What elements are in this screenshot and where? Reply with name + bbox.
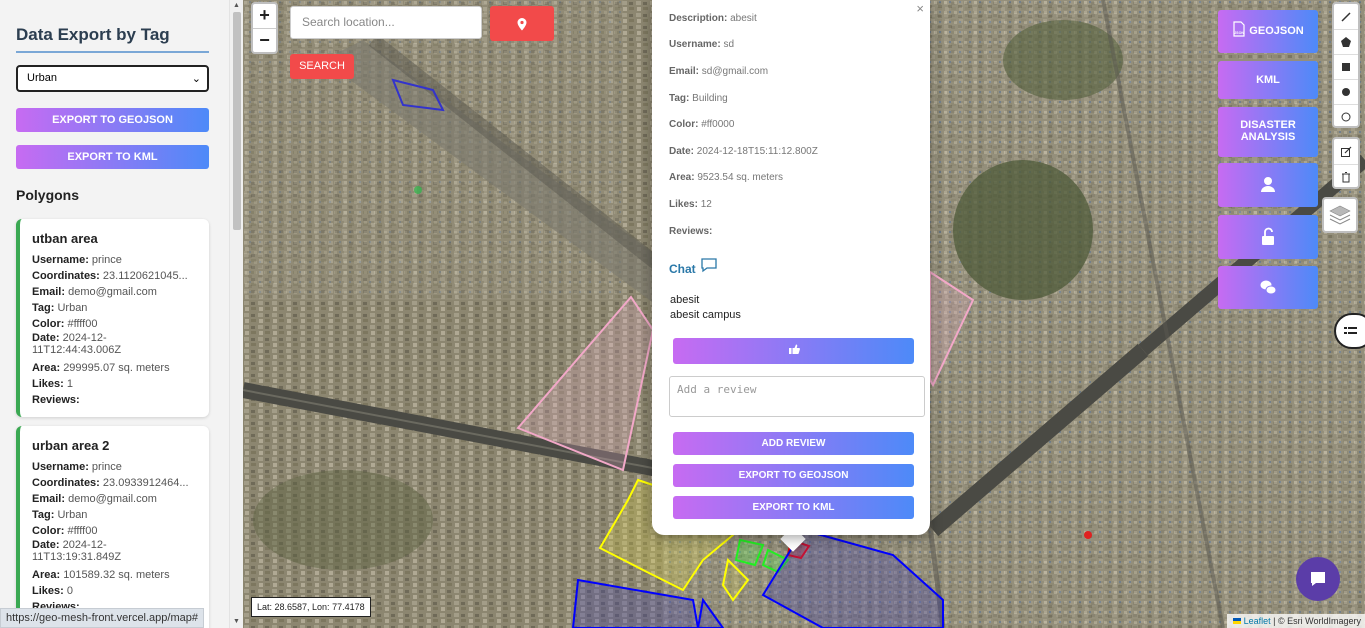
chat-message: abesit — [670, 294, 700, 306]
popup-export-geojson-button[interactable]: EXPORT TO GEOJSON — [673, 464, 914, 487]
email-row: Email: demo@gmail.com — [32, 493, 157, 505]
esri-credit: | © Esri WorldImagery — [1273, 616, 1361, 626]
date-row: Date: 2024-12-11T12:44:43.006Z — [32, 332, 122, 356]
zoom-control: + − — [251, 2, 278, 54]
chat-message: abesit campus — [670, 309, 741, 321]
color-row: Color: #ffff00 — [32, 318, 98, 330]
unlock-button[interactable] — [1218, 215, 1318, 259]
ukraine-flag-icon — [1233, 618, 1242, 624]
thumbs-up-icon — [789, 344, 800, 354]
username-row: Username: sd — [669, 39, 735, 50]
export-kml-button[interactable]: EXPORT TO KML — [16, 145, 209, 169]
geojson-button[interactable]: JSON GEOJSON — [1218, 10, 1318, 53]
area-row: Area: 299995.07 sq. meters — [32, 362, 170, 374]
like-button[interactable] — [673, 338, 914, 364]
likes-row: Likes: 12 — [669, 199, 712, 210]
email-row: Email: sd@gmail.com — [669, 66, 769, 77]
chat-bubble-icon[interactable] — [700, 257, 718, 273]
map-pin-icon — [517, 18, 527, 31]
status-bar-url: https://geo-mesh-front.vercel.app/map# — [0, 608, 204, 628]
likes-row: Likes: 0 — [32, 585, 73, 597]
zoom-out-button[interactable]: − — [253, 28, 276, 52]
polygons-heading: Polygons — [16, 187, 80, 203]
add-review-button[interactable]: ADD REVIEW — [673, 432, 914, 455]
locate-button[interactable] — [490, 6, 554, 41]
layers-icon — [1329, 205, 1351, 225]
svg-text:JSON: JSON — [1234, 31, 1244, 35]
tag-select[interactable]: Urban ⌄ — [16, 65, 209, 92]
kml-button[interactable]: KML — [1218, 61, 1318, 99]
unlock-icon — [1262, 227, 1274, 245]
tag-row: Tag: Urban — [32, 509, 88, 521]
draw-polyline-icon[interactable] — [1334, 4, 1358, 29]
draw-toolbar — [1332, 2, 1360, 128]
list-icon — [1344, 327, 1357, 334]
sidebar-title: Data Export by Tag — [16, 25, 170, 44]
map-attribution: Leaflet | © Esri WorldImagery — [1227, 614, 1365, 628]
coordinates-row: Coordinates: 23.1120621045... — [32, 270, 188, 282]
tag-row: Tag: Building — [669, 93, 728, 104]
message-icon — [1311, 572, 1325, 586]
user-button[interactable] — [1218, 163, 1318, 207]
edit-layers-icon[interactable] — [1334, 139, 1358, 164]
disaster-analysis-button[interactable]: DISASTER ANALYSIS — [1218, 107, 1318, 157]
chat-fab[interactable] — [1296, 557, 1340, 601]
coordinates-row: Coordinates: 23.0933912464... — [32, 477, 189, 489]
date-row: Date: 2024-12-11T13:19:31.849Z — [32, 539, 122, 563]
draw-marker-icon[interactable] — [1334, 104, 1358, 129]
scroll-down-icon[interactable]: ▼ — [233, 618, 240, 625]
user-icon — [1261, 177, 1275, 192]
chevron-down-icon: ⌄ — [191, 73, 201, 85]
close-icon[interactable]: × — [916, 1, 924, 16]
sidebar-scrollbar[interactable]: ▲ ▼ — [229, 0, 243, 628]
popup-export-kml-button[interactable]: EXPORT TO KML — [673, 496, 914, 519]
polygon-card[interactable]: urban area 2 Username: prince Coordinate… — [16, 426, 209, 628]
draw-polygon-icon[interactable] — [1334, 29, 1358, 54]
color-row: Color: #ffff00 — [32, 525, 98, 537]
area-row: Area: 9523.54 sq. meters — [669, 172, 783, 183]
zoom-in-button[interactable]: + — [253, 4, 276, 28]
edit-toolbar — [1332, 137, 1360, 189]
likes-row: Likes: 1 — [32, 378, 73, 390]
polygon-popup: × Description: abesit Username: sd Email… — [652, 0, 930, 535]
coordinate-readout: Lat: 28.6587, Lon: 77.4178 — [251, 597, 371, 617]
chat-heading: Chat — [669, 262, 696, 276]
trash-icon[interactable] — [1334, 164, 1358, 189]
comments-icon — [1260, 280, 1277, 295]
draw-circle-icon[interactable] — [1334, 79, 1358, 104]
search-location-input[interactable]: Search location... — [290, 6, 482, 39]
scrollbar-thumb[interactable] — [233, 12, 241, 230]
tag-select-value: Urban — [27, 72, 57, 84]
reviews-row: Reviews: — [32, 394, 80, 406]
sidebar: Data Export by Tag Urban ⌄ EXPORT TO GEO… — [0, 0, 243, 628]
json-file-icon: JSON — [1233, 21, 1245, 37]
title-divider — [16, 51, 209, 53]
date-row: Date: 2024-12-18T15:11:12.800Z — [669, 146, 818, 157]
email-row: Email: demo@gmail.com — [32, 286, 157, 298]
reviews-row: Reviews: — [669, 226, 713, 237]
geojson-label: GEOJSON — [1249, 25, 1304, 37]
username-row: Username: prince — [32, 254, 122, 266]
legend-toggle[interactable] — [1334, 313, 1365, 349]
tag-row: Tag: Urban — [32, 302, 88, 314]
username-row: Username: prince — [32, 461, 122, 473]
search-button[interactable]: SEARCH — [290, 54, 354, 79]
export-geojson-button[interactable]: EXPORT TO GEOJSON — [16, 108, 209, 132]
area-row: Area: 101589.32 sq. meters — [32, 569, 170, 581]
scroll-up-icon[interactable]: ▲ — [233, 2, 240, 9]
color-row: Color: #ff0000 — [669, 119, 735, 130]
draw-rectangle-icon[interactable] — [1334, 54, 1358, 79]
layers-control[interactable] — [1322, 197, 1358, 233]
polygon-title: urban area 2 — [32, 438, 110, 453]
leaflet-link[interactable]: Leaflet — [1244, 616, 1271, 626]
review-textarea[interactable]: Add a review — [669, 376, 925, 417]
description-row: Description: abesit — [669, 13, 757, 24]
comments-button[interactable] — [1218, 266, 1318, 309]
polygon-title: utban area — [32, 231, 98, 246]
polygon-card[interactable]: utban area Username: prince Coordinates:… — [16, 219, 209, 417]
